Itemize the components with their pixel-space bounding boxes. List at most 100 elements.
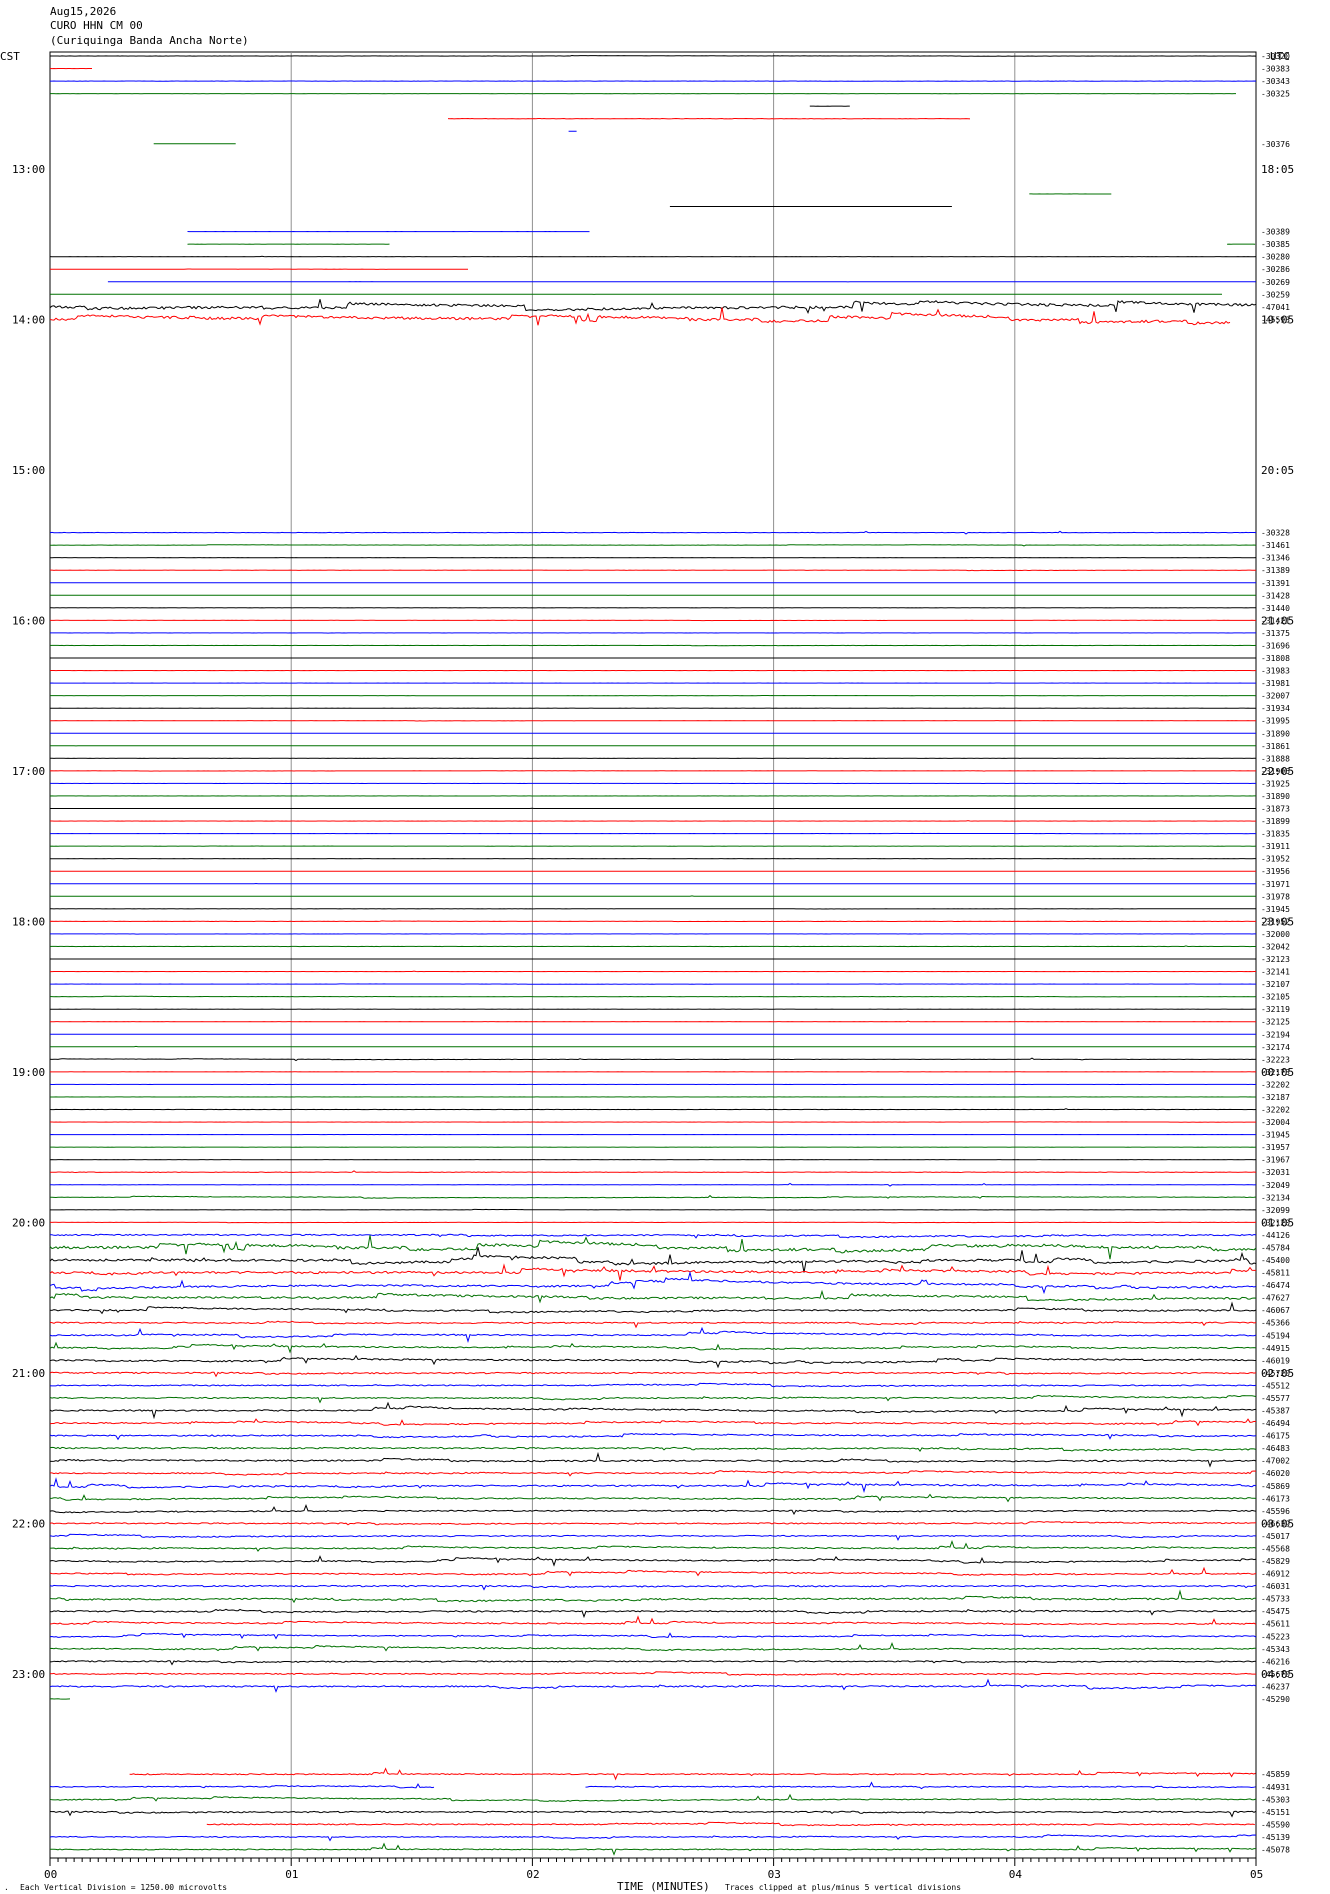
- station-label: CURO HHN CM 00: [50, 19, 143, 32]
- trace-offset-label: -46173: [1261, 1494, 1290, 1503]
- trace-offset-label: -31981: [1261, 679, 1290, 688]
- trace-offset-label: -31971: [1261, 880, 1290, 889]
- trace-offset-label: -32031: [1261, 1168, 1290, 1177]
- trace-offset-label: -31934: [1261, 704, 1290, 713]
- trace-offset-label: -32141: [1261, 968, 1290, 977]
- trace-offset-label: -31873: [1261, 805, 1290, 814]
- trace-line: [49, 1615, 1257, 1626]
- x-tick-label: 03: [768, 1868, 781, 1881]
- trace-offset-label: -31925: [1261, 779, 1290, 788]
- trace-line: [49, 1533, 1257, 1542]
- trace-offset-label: -31888: [1261, 754, 1290, 763]
- trace-line: [49, 1301, 1257, 1315]
- trace-offset-label: -30328: [1261, 529, 1290, 538]
- trace-line: [49, 1418, 1257, 1427]
- trace-offset-label: -46474: [1261, 1281, 1290, 1290]
- trace-offset-label: -45593: [1261, 315, 1290, 324]
- trace-offset-label: -47041: [1261, 303, 1290, 312]
- x-tick-label: 01: [285, 1868, 298, 1881]
- x-axis-title: TIME (MINUTES): [617, 1880, 710, 1893]
- trace-line: [49, 1566, 1257, 1577]
- trace-line: [49, 945, 1256, 948]
- trace-offset-label: -45611: [1261, 1620, 1290, 1629]
- trace-offset-label: -32120: [1261, 1218, 1290, 1227]
- trace-line: [49, 920, 1256, 923]
- trace-line: [49, 307, 1231, 326]
- trace-offset-label: -30385: [1261, 240, 1290, 249]
- trace-line: [50, 569, 1257, 572]
- trace-offset-label: -30389: [1261, 228, 1290, 237]
- left-hour-label: 23:00: [12, 1668, 45, 1681]
- x-axis: 00 01 02 03 04 05: [44, 1858, 1263, 1881]
- x-tick-label: 05: [1250, 1868, 1263, 1881]
- trace-offset-label: -45512: [1261, 1381, 1290, 1390]
- left-hour-label: 14:00: [12, 313, 45, 326]
- left-hour-labels: 13:00 14:00 15:00 16:00 17:00 18:00 19:00 20:00…: [12, 163, 45, 1681]
- trace-offset-label: -30286: [1261, 265, 1290, 274]
- left-hour-label: 20:00: [12, 1216, 45, 1229]
- trace-offset-label: -44931: [1261, 1783, 1290, 1792]
- x-tick-label: 00: [44, 1868, 57, 1881]
- trace-offset-label: -46067: [1261, 1306, 1290, 1315]
- trace-line: [50, 1194, 1257, 1199]
- trace-offset-label: -31890: [1261, 792, 1290, 801]
- trace-line: [49, 1289, 1257, 1304]
- left-hour-label: 18:00: [12, 915, 45, 928]
- trace-offset-label: -45733: [1261, 1595, 1290, 1604]
- trace-offset-label: -31375: [1261, 629, 1290, 638]
- trace-line: [49, 1446, 1257, 1452]
- trace-offset-label: -45194: [1261, 1331, 1290, 1340]
- trace-offset-label: -45139: [1261, 1833, 1290, 1842]
- trace-line: [49, 1394, 1257, 1404]
- left-hour-label: 15:00: [12, 464, 45, 477]
- left-hour-label: 17:00: [12, 765, 45, 778]
- trace-offset-label: -45400: [1261, 1256, 1290, 1265]
- trace-line: [49, 1810, 1257, 1818]
- trace-offset-label: -45387: [1261, 1407, 1290, 1416]
- trace-offset-label: -46494: [1261, 1419, 1290, 1428]
- trace-offset-label: -31346: [1261, 554, 1290, 563]
- left-timezone-label: CST: [0, 50, 20, 63]
- trace-offset-label: -30269: [1261, 278, 1290, 287]
- trace-offset-label: -45475: [1261, 1607, 1290, 1616]
- trace-offset-label: -45577: [1261, 1394, 1290, 1403]
- trace-offset-label: -32173: [1261, 1068, 1290, 1077]
- location-label: (Curiquinga Banda Ancha Norte): [50, 34, 249, 47]
- trace-line: [49, 1401, 1257, 1420]
- trace-line: [49, 1182, 1257, 1187]
- trace-line: [49, 1382, 1257, 1388]
- trace-offset-label: -32007: [1261, 692, 1290, 701]
- trace-offset-label: -32187: [1261, 1093, 1290, 1102]
- trace-line: [49, 1371, 1257, 1378]
- trace-offset-label: -45303: [1261, 1795, 1290, 1804]
- trace-line: [49, 995, 1257, 998]
- trace-line: [49, 1170, 1257, 1174]
- trace-line: [49, 1326, 1257, 1344]
- trace-offset-label: -32042: [1261, 942, 1290, 951]
- trace-offset-label: -47627: [1261, 1294, 1290, 1303]
- trace-offset-label: -46216: [1261, 1657, 1290, 1666]
- trace-offset-label: -45670: [1261, 1670, 1290, 1679]
- trace-line: [49, 1584, 1257, 1591]
- trace-offset-label: -30259: [1261, 290, 1290, 299]
- trace-offset-label: -46019: [1261, 1356, 1290, 1365]
- trace-line: [49, 1341, 1257, 1354]
- trace-line: [49, 1539, 1257, 1552]
- trace-offset-label: -46639: [1261, 1519, 1290, 1528]
- trace-offset-label: -45829: [1261, 1557, 1290, 1566]
- trace-offset-label: -45017: [1261, 1532, 1290, 1541]
- trace-offset-label: -30376: [1261, 140, 1290, 149]
- trace-offset-label: -45343: [1261, 1645, 1290, 1654]
- trace-line: [49, 1108, 1257, 1111]
- trace-line: [50, 1233, 1257, 1239]
- trace-offset-label: -46175: [1261, 1432, 1290, 1441]
- trace-offset-label: -45596: [1261, 1507, 1290, 1516]
- clip-note: Traces clipped at plus/minus 5 vertical …: [725, 1883, 961, 1892]
- x-tick-label: 02: [526, 1868, 539, 1881]
- trace-offset-label: -46237: [1261, 1682, 1290, 1691]
- trace-offset-label: -45078: [1261, 1845, 1290, 1854]
- trace-offset-label: -45568: [1261, 1544, 1290, 1553]
- plot-border: [49, 51, 1257, 1859]
- trace-line: [50, 54, 1257, 57]
- trace-offset-label: -45366: [1261, 1319, 1290, 1328]
